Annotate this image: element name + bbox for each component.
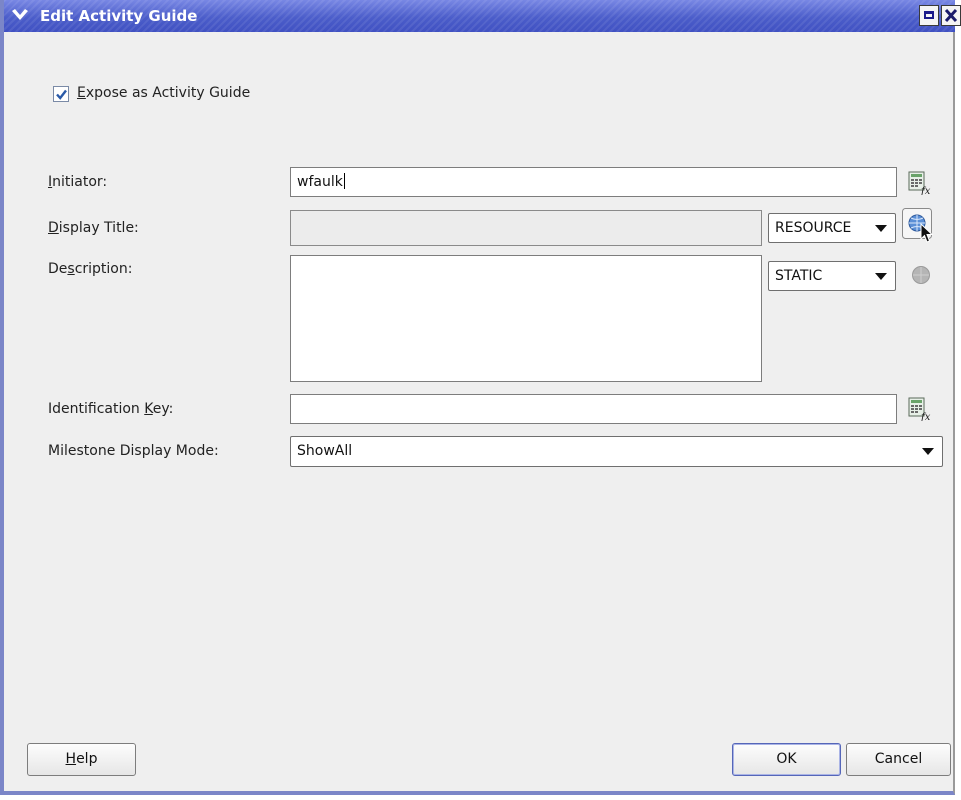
chevron-down-icon [875,273,887,280]
text-caret [343,173,345,189]
checkmark-icon [56,89,67,100]
edit-activity-guide-dialog: Edit Activity Guide Expose as Activity G… [0,0,961,795]
display-title-mode-dropdown[interactable]: RESOURCE [768,213,896,243]
description-mode-dropdown[interactable]: STATIC [768,261,896,291]
window-title: Edit Activity Guide [40,7,198,25]
identification-key-label: Identification Key: [48,401,174,417]
close-icon [944,8,958,23]
cancel-button[interactable]: Cancel [846,743,951,776]
initiator-label: Initiator: [48,174,108,190]
disabled-globe-icon [911,265,931,289]
window-menu-chevron-icon[interactable] [10,7,30,25]
svg-text:fx: fx [920,412,931,421]
expose-as-activity-guide-label[interactable]: Expose as Activity Guide [77,85,250,101]
chevron-down-icon [875,225,887,232]
milestone-display-mode-label: Milestone Display Mode: [48,443,219,459]
expression-builder-icon[interactable]: fx [908,171,932,199]
svg-text:fx: fx [920,186,931,195]
title-bar: Edit Activity Guide [4,0,961,32]
milestone-display-mode-dropdown[interactable]: ShowAll [290,436,943,467]
translation-globe-button[interactable] [902,208,934,248]
ok-button[interactable]: OK [732,743,841,776]
maximize-button[interactable] [919,5,939,26]
help-button[interactable]: Help [27,743,136,776]
close-button[interactable] [941,5,961,26]
description-textarea[interactable] [290,255,762,382]
display-title-input [290,210,762,246]
initiator-input[interactable]: wfaulk [290,167,897,197]
expose-as-activity-guide-checkbox[interactable] [53,86,69,102]
expression-builder-icon[interactable]: fx [908,397,932,425]
display-title-label: Display Title: [48,220,139,236]
identification-key-input[interactable] [290,394,897,424]
chevron-down-icon [922,448,934,455]
description-label: Description: [48,261,133,277]
